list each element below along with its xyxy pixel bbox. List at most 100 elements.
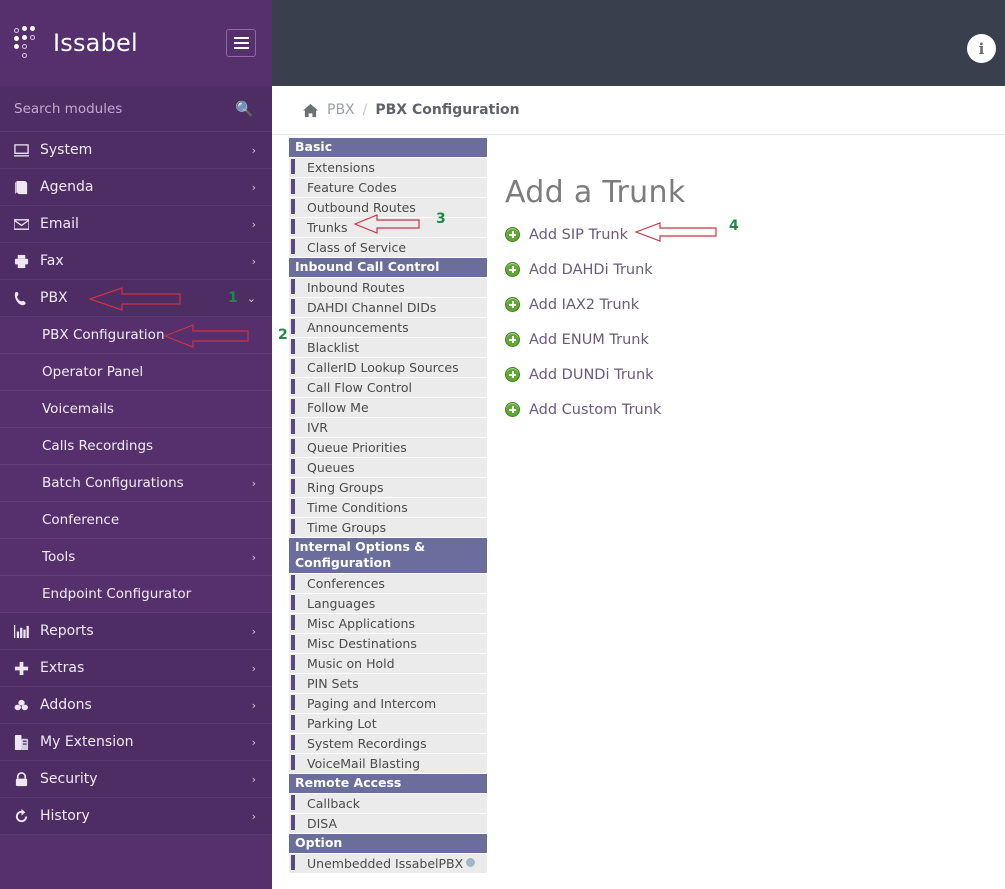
sidebar-item-label: Fax bbox=[40, 253, 64, 269]
sidebar-item-label: System bbox=[40, 142, 93, 158]
sidebar-nav: System › Agenda › Email › Fax › PBX ⌄ PBX Configur… bbox=[0, 132, 272, 835]
sidebar-item-batch-configurations[interactable]: Batch Configurations › bbox=[0, 465, 272, 502]
pbx-menu-item-follow-me[interactable]: Follow Me bbox=[289, 398, 487, 418]
pbx-menu-item-label: Queue Priorities bbox=[307, 440, 407, 455]
green-plus-icon bbox=[505, 297, 520, 312]
pbx-menu-item-dahdi-channel-dids[interactable]: DAHDI Channel DIDs bbox=[289, 298, 487, 318]
pbx-menu-item-callback[interactable]: Callback bbox=[289, 794, 487, 814]
pbx-menu-item-misc-applications[interactable]: Misc Applications bbox=[289, 614, 487, 634]
printer-icon bbox=[14, 254, 40, 269]
chevron-right-icon: › bbox=[251, 772, 256, 786]
external-link-icon[interactable] bbox=[466, 858, 476, 867]
trunk-link-add-iax2-trunk[interactable]: Add IAX2 Trunk bbox=[505, 292, 686, 317]
pbx-menu-item-label: Unembedded IssabelPBX bbox=[307, 856, 464, 871]
sidebar-item-security[interactable]: Security › bbox=[0, 761, 272, 798]
pbx-menu-item-extensions[interactable]: Extensions bbox=[289, 158, 487, 178]
pbx-menu-item-system-recordings[interactable]: System Recordings bbox=[289, 734, 487, 754]
chevron-right-icon: › bbox=[251, 550, 256, 564]
pbx-module-menu: Basic Extensions Feature Codes Outbound Rou… bbox=[289, 138, 487, 874]
pbx-menu-item-languages[interactable]: Languages bbox=[289, 594, 487, 614]
info-circle-icon[interactable]: i bbox=[967, 34, 996, 63]
sidebar-item-agenda[interactable]: Agenda › bbox=[0, 169, 272, 206]
sidebar-item-operator-panel[interactable]: Operator Panel bbox=[0, 354, 272, 391]
home-icon[interactable] bbox=[303, 103, 318, 118]
brand-header: Issabel bbox=[0, 0, 272, 86]
left-sidebar: Issabel 🔍 System›Agenda›Email›Fax›PBX⌄PB… bbox=[0, 0, 272, 889]
sidebar-item-pbx-configuration[interactable]: PBX Configuration bbox=[0, 317, 272, 354]
sidebar-item-voicemails[interactable]: Voicemails bbox=[0, 391, 272, 428]
sidebar-item-label: Operator Panel bbox=[42, 364, 144, 380]
hamburger-icon[interactable] bbox=[226, 29, 256, 57]
sidebar-item-label: Calls Recordings bbox=[42, 438, 154, 454]
trunk-link-add-dundi-trunk[interactable]: Add DUNDi Trunk bbox=[505, 362, 686, 387]
chevron-right-icon: › bbox=[251, 661, 256, 675]
breadcrumb-parent[interactable]: PBX bbox=[327, 102, 355, 118]
pbx-menu-item-callerid-lookup-sources[interactable]: CallerID Lookup Sources bbox=[289, 358, 487, 378]
sidebar-item-extras[interactable]: Extras › bbox=[0, 650, 272, 687]
sidebar-item-fax[interactable]: Fax › bbox=[0, 243, 272, 280]
pbx-menu-item-label: Extensions bbox=[307, 160, 375, 175]
sidebar-item-label: Batch Configurations bbox=[42, 475, 184, 491]
trunk-link-add-custom-trunk[interactable]: Add Custom Trunk bbox=[505, 397, 686, 422]
pbx-menu-item-ivr[interactable]: IVR bbox=[289, 418, 487, 438]
pbx-menu-item-outbound-routes[interactable]: Outbound Routes bbox=[289, 198, 487, 218]
pbx-menu-item-time-groups[interactable]: Time Groups bbox=[289, 518, 487, 538]
pbx-menu-item-label: Paging and Intercom bbox=[307, 696, 437, 711]
sidebar-item-label: Addons bbox=[40, 697, 92, 713]
pbx-menu-item-queues[interactable]: Queues bbox=[289, 458, 487, 478]
trunk-link-label: Add DAHDi Trunk bbox=[529, 261, 653, 278]
pbx-menu-item-time-conditions[interactable]: Time Conditions bbox=[289, 498, 487, 518]
chevron-right-icon: › bbox=[251, 254, 256, 268]
sidebar-item-pbx[interactable]: PBX ⌄ bbox=[0, 280, 272, 317]
trunk-link-add-sip-trunk[interactable]: Add SIP Trunk bbox=[505, 222, 686, 247]
pbx-menu-item-unembedded-issabelpbx[interactable]: Unembedded IssabelPBX bbox=[289, 854, 487, 874]
sidebar-item-addons[interactable]: Addons › bbox=[0, 687, 272, 724]
chevron-right-icon: › bbox=[251, 624, 256, 638]
pbx-menu-item-music-on-hold[interactable]: Music on Hold bbox=[289, 654, 487, 674]
pbx-menu-item-ring-groups[interactable]: Ring Groups bbox=[289, 478, 487, 498]
pbx-menu-item-label: Callback bbox=[307, 796, 361, 811]
sidebar-item-email[interactable]: Email › bbox=[0, 206, 272, 243]
search-input[interactable] bbox=[14, 100, 236, 117]
pbx-menu-item-queue-priorities[interactable]: Queue Priorities bbox=[289, 438, 487, 458]
pbx-menu-item-voicemail-blasting[interactable]: VoiceMail Blasting bbox=[289, 754, 487, 774]
pbx-menu-item-disa[interactable]: DISA bbox=[289, 814, 487, 834]
green-plus-icon bbox=[505, 227, 520, 242]
sidebar-item-my-extension[interactable]: My Extension › bbox=[0, 724, 272, 761]
pbx-menu-item-class-of-service[interactable]: Class of Service bbox=[289, 238, 487, 258]
pbx-menu-item-feature-codes[interactable]: Feature Codes bbox=[289, 178, 487, 198]
lock-icon bbox=[14, 771, 40, 787]
sidebar-item-endpoint-configurator[interactable]: Endpoint Configurator bbox=[0, 576, 272, 613]
pbx-menu-item-label: Ring Groups bbox=[307, 480, 384, 495]
pbx-menu-item-label: VoiceMail Blasting bbox=[307, 756, 421, 771]
pbx-menu-item-paging-and-intercom[interactable]: Paging and Intercom bbox=[289, 694, 487, 714]
pbx-menu-item-trunks[interactable]: Trunks bbox=[289, 218, 487, 238]
chevron-right-icon: › bbox=[251, 698, 256, 712]
sidebar-item-label: Voicemails bbox=[42, 401, 114, 417]
book-icon bbox=[14, 180, 40, 195]
pbx-menu-item-pin-sets[interactable]: PIN Sets bbox=[289, 674, 487, 694]
trunk-link-add-enum-trunk[interactable]: Add ENUM Trunk bbox=[505, 327, 686, 352]
pbx-menu-item-inbound-routes[interactable]: Inbound Routes bbox=[289, 278, 487, 298]
sidebar-item-calls-recordings[interactable]: Calls Recordings bbox=[0, 428, 272, 465]
trunk-link-label: Add DUNDi Trunk bbox=[529, 366, 654, 383]
search-modules-row[interactable]: 🔍 bbox=[0, 86, 272, 132]
sidebar-item-tools[interactable]: Tools › bbox=[0, 539, 272, 576]
sidebar-item-system[interactable]: System › bbox=[0, 132, 272, 169]
trunk-link-add-dahdi-trunk[interactable]: Add DAHDi Trunk bbox=[505, 257, 686, 282]
sidebar-item-history[interactable]: History › bbox=[0, 798, 272, 835]
sidebar-item-reports[interactable]: Reports › bbox=[0, 613, 272, 650]
sidebar-item-conference[interactable]: Conference bbox=[0, 502, 272, 539]
pbx-menu-item-blacklist[interactable]: Blacklist bbox=[289, 338, 487, 358]
search-icon[interactable]: 🔍 bbox=[235, 100, 254, 118]
pbx-menu-item-announcements[interactable]: Announcements bbox=[289, 318, 487, 338]
pbx-menu-section-header: Internal Options & Configuration bbox=[289, 538, 487, 574]
pbx-menu-item-misc-destinations[interactable]: Misc Destinations bbox=[289, 634, 487, 654]
pbx-menu-item-conferences[interactable]: Conferences bbox=[289, 574, 487, 594]
page-title: Add a Trunk bbox=[505, 175, 686, 210]
pbx-menu-item-parking-lot[interactable]: Parking Lot bbox=[289, 714, 487, 734]
chart-bar-icon bbox=[14, 624, 40, 639]
green-plus-icon bbox=[505, 262, 520, 277]
pbx-menu-item-call-flow-control[interactable]: Call Flow Control bbox=[289, 378, 487, 398]
trunk-link-label: Add ENUM Trunk bbox=[529, 331, 649, 348]
